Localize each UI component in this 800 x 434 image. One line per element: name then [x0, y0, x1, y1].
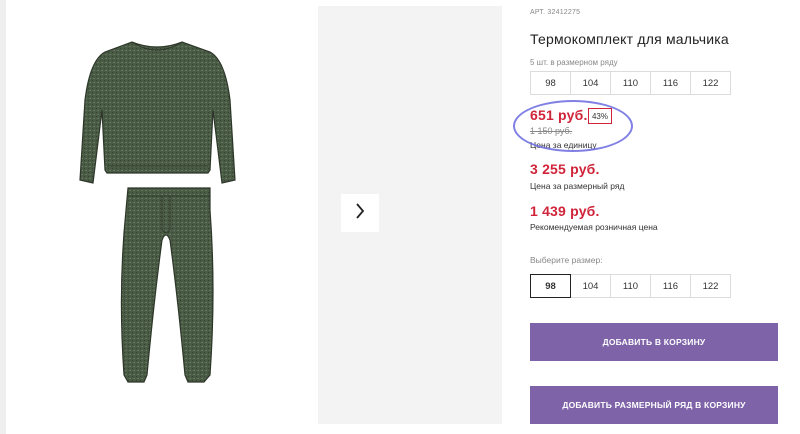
choose-size-label: Выберите размер:	[530, 255, 603, 265]
retail-price-caption: Рекомендуемая розничная цена	[530, 222, 658, 232]
row-price: 3 255 руб.	[530, 161, 600, 177]
size-row-item: 98	[530, 71, 571, 95]
size-selector: 98 104 110 116 122	[530, 274, 731, 298]
size-option-116[interactable]: 116	[650, 274, 691, 298]
size-option-104[interactable]: 104	[570, 274, 611, 298]
size-option-98[interactable]: 98	[530, 274, 571, 298]
size-row-caption: 5 шт. в размерном ряду	[530, 58, 618, 67]
size-row-list: 98 104 110 116 122	[530, 71, 731, 95]
size-row-item: 110	[610, 71, 651, 95]
product-article: АРТ. 32412275	[530, 9, 581, 16]
retail-price: 1 439 руб.	[530, 203, 600, 219]
gallery-next-button[interactable]	[341, 194, 379, 232]
highlight-circle	[513, 100, 633, 152]
size-row-item: 104	[570, 71, 611, 95]
size-option-122[interactable]: 122	[690, 274, 731, 298]
size-row-item: 116	[650, 71, 691, 95]
size-row-item: 122	[690, 71, 731, 95]
product-title: Термокомплект для мальчика	[530, 31, 729, 47]
gallery-edge	[0, 0, 6, 434]
row-price-caption: Цена за размерный ряд	[530, 181, 625, 191]
add-size-row-to-cart-button[interactable]: ДОБАВИТЬ РАЗМЕРНЫЙ РЯД В КОРЗИНУ	[530, 386, 778, 424]
add-to-cart-button[interactable]: ДОБАВИТЬ В КОРЗИНУ	[530, 323, 778, 361]
product-image	[70, 30, 245, 400]
chevron-right-icon	[355, 202, 365, 224]
size-option-110[interactable]: 110	[610, 274, 651, 298]
